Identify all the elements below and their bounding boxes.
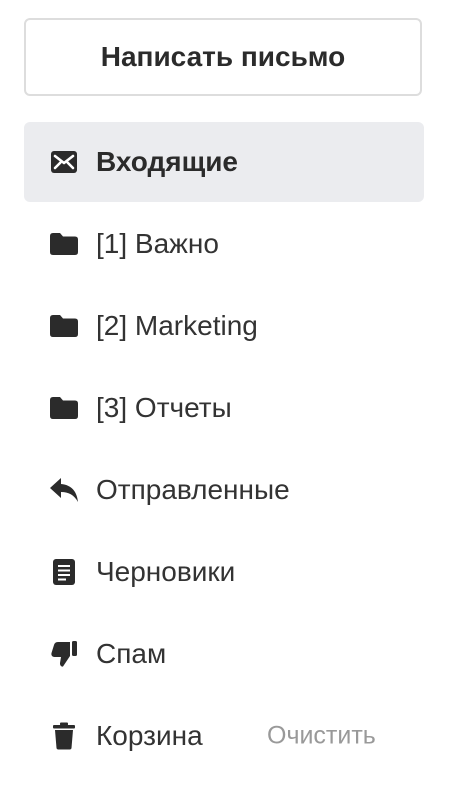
folder-item-important[interactable]: [1] Важно <box>24 204 424 284</box>
empty-trash-link[interactable]: Очистить <box>267 722 376 751</box>
folder-item-inbox[interactable]: Входящие <box>24 122 424 202</box>
folder-item-trash[interactable]: Корзина Очистить <box>24 696 424 776</box>
folder-item-drafts[interactable]: Черновики <box>24 532 424 612</box>
folder-label: Корзина <box>96 720 203 751</box>
folder-item-reports[interactable]: [3] Отчеты <box>24 368 424 448</box>
folder-icon <box>49 229 79 259</box>
mail-sidebar: Написать письмо Входящие [1] Важно [2] M… <box>0 0 452 790</box>
document-icon <box>49 557 79 587</box>
folder-icon <box>49 393 79 423</box>
folder-item-sent[interactable]: Отправленные <box>24 450 424 530</box>
reply-arrow-icon <box>49 475 79 505</box>
folder-label: Входящие <box>96 146 238 177</box>
folder-label: [3] Отчеты <box>96 392 232 423</box>
folder-label: Отправленные <box>96 474 290 505</box>
folder-item-spam[interactable]: Спам <box>24 614 424 694</box>
folder-list: Входящие [1] Важно [2] Marketing [3] Отч… <box>24 122 424 778</box>
folder-label: Черновики <box>96 556 236 587</box>
inbox-envelope-icon <box>49 147 79 177</box>
folder-label: [1] Важно <box>96 228 219 259</box>
folder-item-marketing[interactable]: [2] Marketing <box>24 286 424 366</box>
folder-icon <box>49 311 79 341</box>
compose-button[interactable]: Написать письмо <box>24 18 422 96</box>
folder-label: [2] Marketing <box>96 310 258 341</box>
folder-label: Спам <box>96 638 167 669</box>
trash-icon <box>49 721 79 751</box>
thumbs-down-icon <box>49 639 79 669</box>
